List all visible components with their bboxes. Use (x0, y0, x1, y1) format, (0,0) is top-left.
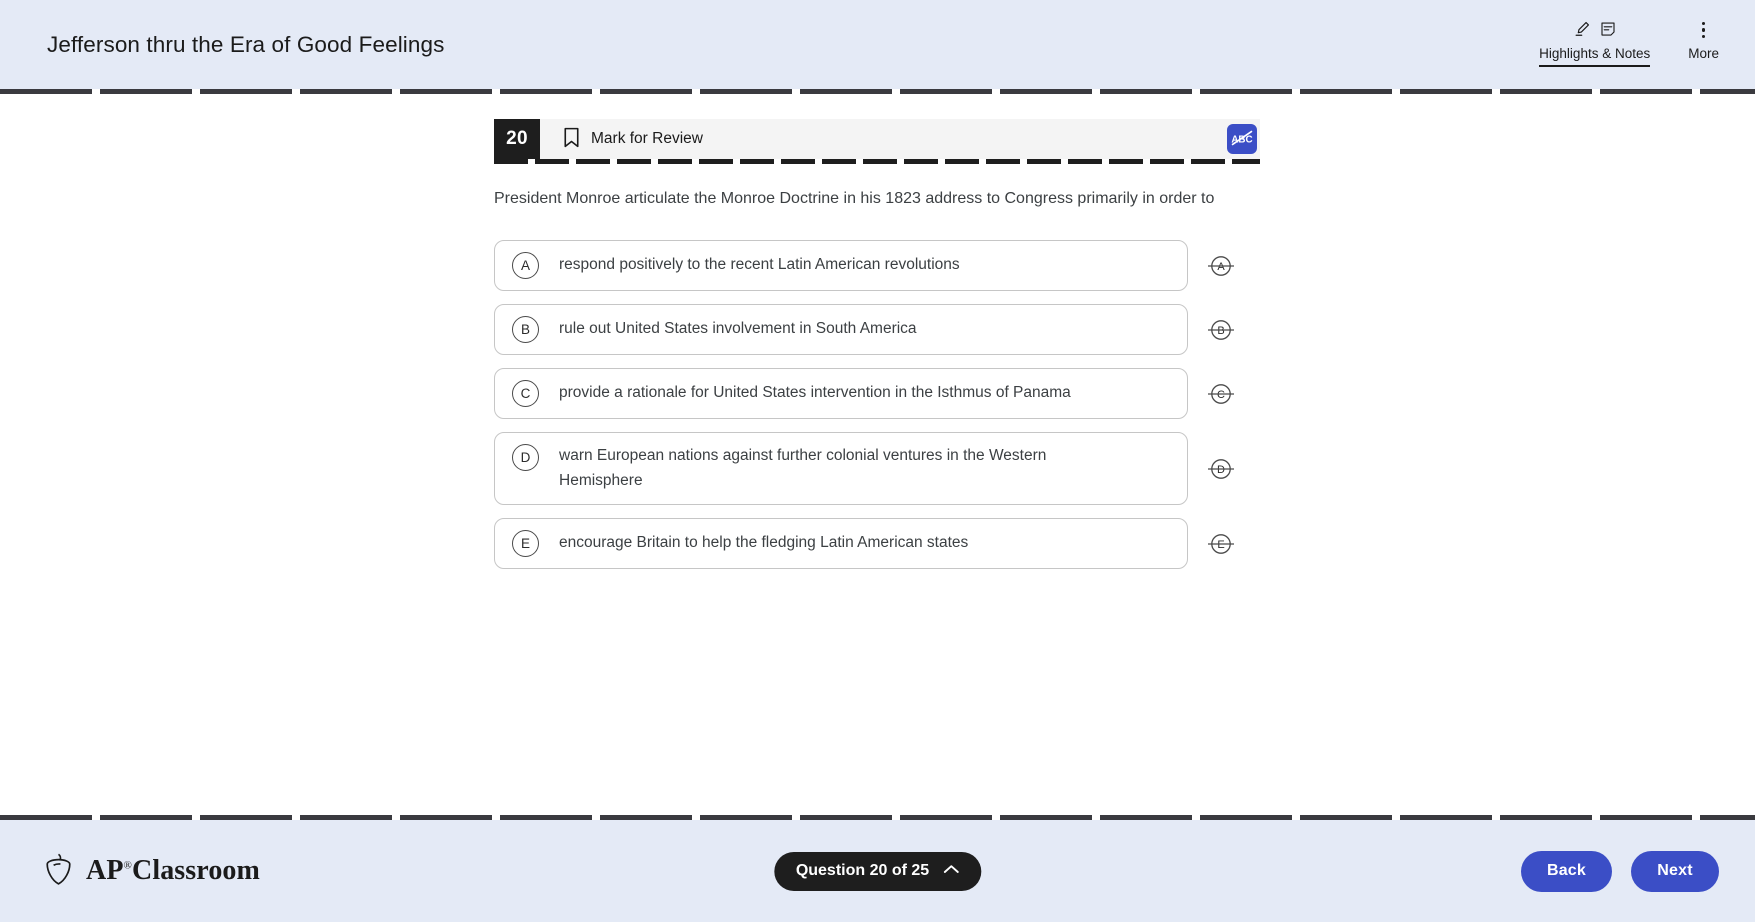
more-vertical-icon (1701, 18, 1706, 42)
more-label: More (1688, 46, 1719, 61)
choice-row: A respond positively to the recent Latin… (494, 240, 1260, 291)
acorn-icon (44, 852, 73, 891)
answer-choice-a[interactable]: A respond positively to the recent Latin… (494, 240, 1188, 291)
app-footer: AP®Classroom Question 20 of 25 Back Next (0, 820, 1755, 922)
answer-choices-list: A respond positively to the recent Latin… (494, 240, 1260, 569)
answer-choice-d[interactable]: D warn European nations against further … (494, 432, 1188, 505)
app-header: Jefferson thru the Era of Good Feelings (0, 0, 1755, 89)
mark-for-review-label: Mark for Review (591, 130, 703, 147)
brand-name: AP®Classroom (86, 855, 260, 887)
brand-prefix: AP (86, 855, 124, 886)
navigation-buttons: Back Next (1520, 850, 1719, 892)
svg-text:B: B (1217, 325, 1224, 337)
answer-eliminator-tool-button[interactable]: ABC (1227, 124, 1257, 154)
highlighter-icon (1573, 19, 1592, 41)
more-icon-wrap (1701, 18, 1706, 42)
answer-choice-e[interactable]: E encourage Britain to help the fledging… (494, 518, 1188, 569)
question-container: 20 Mark for Review ABC President Monroe … (494, 119, 1260, 569)
svg-text:E: E (1217, 539, 1224, 551)
highlights-and-notes-label: Highlights & Notes (1539, 45, 1651, 67)
svg-text:C: C (1217, 389, 1225, 401)
answer-choice-c[interactable]: C provide a rationale for United States … (494, 368, 1188, 419)
header-tools: Highlights & Notes More (1539, 18, 1719, 71)
answer-choice-b[interactable]: B rule out United States involvement in … (494, 304, 1188, 355)
choice-row: B rule out United States involvement in … (494, 304, 1260, 355)
choice-row: D warn European nations against further … (494, 432, 1260, 505)
registered-mark: ® (123, 859, 132, 872)
question-number-badge: 20 (494, 119, 540, 159)
eliminate-choice-a-button[interactable]: A (1206, 251, 1236, 281)
page-title: Jefferson thru the Era of Good Feelings (47, 31, 445, 57)
choice-text-e: encourage Britain to help the fledging L… (559, 534, 969, 552)
eliminate-choice-d-button[interactable]: D (1206, 454, 1236, 484)
eliminate-choice-c-button[interactable]: C (1206, 379, 1236, 409)
choice-text-b: rule out United States involvement in So… (559, 320, 917, 338)
question-progress-button[interactable]: Question 20 of 25 (773, 851, 982, 891)
choice-text-a: respond positively to the recent Latin A… (559, 256, 960, 274)
abc-strikethrough-icon: ABC (1230, 128, 1254, 151)
question-stem: President Monroe articulate the Monroe D… (494, 190, 1215, 207)
choice-letter-c: C (512, 380, 539, 407)
more-button[interactable]: More (1688, 18, 1719, 63)
question-progress-label: Question 20 of 25 (795, 862, 930, 879)
choice-text-d: warn European nations against further co… (559, 447, 1047, 489)
eliminate-choice-e-button[interactable]: E (1206, 529, 1236, 559)
eliminate-choice-b-button[interactable]: B (1206, 315, 1236, 345)
question-toolbar: 20 Mark for Review ABC (494, 119, 1260, 164)
chevron-up-icon (943, 862, 959, 880)
choice-text-c: provide a rationale for United States in… (559, 384, 1071, 402)
mark-for-review-button[interactable]: Mark for Review (540, 119, 703, 159)
brand-suffix: Classroom (132, 855, 260, 886)
choice-letter-b: B (512, 316, 539, 343)
choice-row: E encourage Britain to help the fledging… (494, 518, 1260, 569)
highlights-notes-icons (1573, 18, 1617, 42)
ap-classroom-quiz-app: Jefferson thru the Era of Good Feelings (0, 0, 1755, 922)
highlights-and-notes-button[interactable]: Highlights & Notes (1539, 18, 1651, 67)
bookmark-icon (563, 127, 580, 151)
choice-row: C provide a rationale for United States … (494, 368, 1260, 419)
question-content-area: 20 Mark for Review ABC President Monroe … (0, 94, 1755, 815)
next-button[interactable]: Next (1631, 850, 1719, 892)
svg-text:D: D (1217, 464, 1225, 476)
choice-letter-d: D (512, 444, 539, 471)
ap-classroom-logo: AP®Classroom (44, 852, 260, 891)
svg-text:A: A (1217, 261, 1225, 273)
choice-letter-e: E (512, 530, 539, 557)
note-icon (1599, 20, 1617, 41)
choice-letter-a: A (512, 252, 539, 279)
question-toolbar-dashed-underline (494, 159, 1260, 164)
back-button[interactable]: Back (1520, 850, 1612, 892)
